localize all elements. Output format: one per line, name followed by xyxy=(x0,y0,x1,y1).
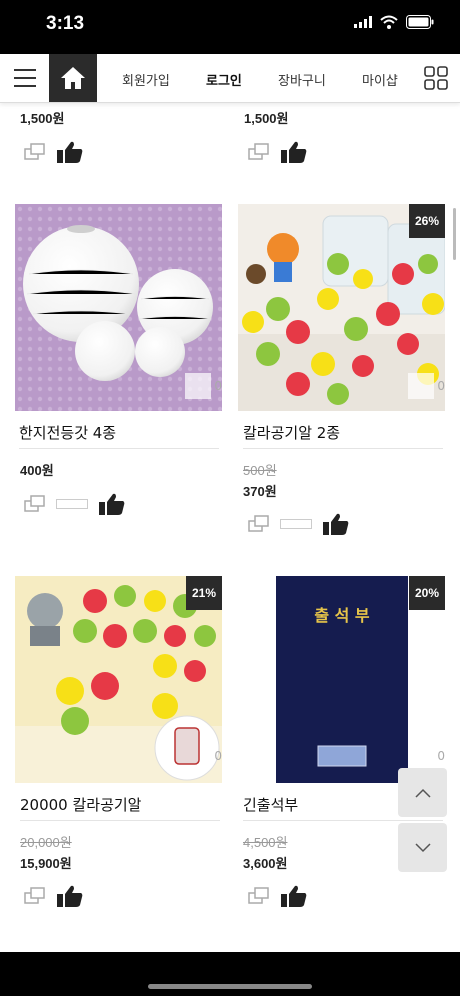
product-price: 1,500원 xyxy=(20,111,65,126)
product-price: 3,600원 xyxy=(243,856,288,871)
compare-icon[interactable] xyxy=(24,887,46,905)
status-bar: 3:13 xyxy=(0,0,460,54)
product-card[interactable]: 21% 0 20000 칼라공기알 20,000원 15,900원 xyxy=(15,576,222,916)
thumbs-up-icon[interactable] xyxy=(56,884,84,908)
mypage-link[interactable]: 마이샵 xyxy=(362,70,398,89)
thumbs-up-icon[interactable] xyxy=(56,140,84,164)
product-card[interactable]: 26% 0 칼라공기알 2종 500원 370원 xyxy=(238,204,445,544)
scrollbar[interactable] xyxy=(453,208,456,260)
wifi-icon xyxy=(380,15,398,29)
bottom-toolbar xyxy=(0,952,460,996)
like-overlay[interactable]: 0 xyxy=(408,373,445,399)
product-price: 370원 xyxy=(243,484,277,499)
product-old-price: 4,500원 xyxy=(243,835,288,850)
menu-icon[interactable] xyxy=(14,69,36,87)
cover-title: 출 석 부 xyxy=(314,606,370,625)
cart-link[interactable]: 장바구니 xyxy=(278,70,326,89)
product-image[interactable]: 출 석 부 20% 0 xyxy=(238,576,445,783)
scroll-up-button[interactable] xyxy=(398,768,447,817)
like-overlay[interactable]: 0 xyxy=(437,749,445,763)
scroll-down-button[interactable] xyxy=(398,823,447,872)
product-image[interactable]: 0 xyxy=(15,204,222,411)
compare-icon[interactable] xyxy=(24,495,46,513)
home-icon xyxy=(61,67,85,89)
home-button[interactable] xyxy=(49,54,97,102)
product-name[interactable]: 20000 칼라공기알 xyxy=(20,794,142,815)
battery-icon xyxy=(406,15,434,29)
home-indicator[interactable] xyxy=(148,984,312,989)
tooltip-box xyxy=(56,499,88,509)
product-name[interactable]: 칼라공기알 2종 xyxy=(243,422,340,443)
thumbs-up-icon[interactable] xyxy=(322,512,350,536)
compare-icon[interactable] xyxy=(248,143,270,161)
product-price: 400원 xyxy=(20,463,54,478)
grid-view-icon[interactable] xyxy=(424,66,448,90)
thumbs-up-icon[interactable] xyxy=(280,884,308,908)
compare-icon[interactable] xyxy=(248,515,270,533)
discount-badge: 26% xyxy=(409,204,445,238)
tooltip-box xyxy=(280,519,312,529)
product-name[interactable]: 한지전등갓 4종 xyxy=(19,422,116,443)
discount-badge: 21% xyxy=(186,576,222,610)
product-old-price: 500원 xyxy=(243,463,277,478)
compare-icon[interactable] xyxy=(248,887,270,905)
thumbs-up-icon[interactable] xyxy=(98,492,126,516)
login-link[interactable]: 로그인 xyxy=(206,70,242,89)
product-image[interactable]: 21% 0 xyxy=(15,576,222,783)
product-old-price: 20,000원 xyxy=(20,835,72,850)
product-card[interactable]: 0 한지전등갓 4종 400원 xyxy=(15,204,222,534)
signal-icon xyxy=(354,16,372,28)
chevron-down-icon xyxy=(414,842,431,852)
discount-badge: 20% xyxy=(409,576,445,610)
product-name[interactable]: 긴출석부 xyxy=(243,794,298,815)
product-image[interactable]: 26% 0 xyxy=(238,204,445,411)
top-header: 회원가입 로그인 장바구니 마이샵 xyxy=(0,54,460,103)
compare-icon[interactable] xyxy=(24,143,46,161)
thumbs-up-icon[interactable] xyxy=(280,140,308,164)
join-link[interactable]: 회원가입 xyxy=(122,70,170,89)
product-price: 15,900원 xyxy=(20,856,72,871)
like-overlay[interactable]: 0 xyxy=(214,749,222,763)
status-time: 3:13 xyxy=(46,13,85,34)
like-overlay[interactable]: 0 xyxy=(185,373,222,399)
product-price: 1,500원 xyxy=(244,111,289,126)
chevron-up-icon xyxy=(414,788,431,798)
